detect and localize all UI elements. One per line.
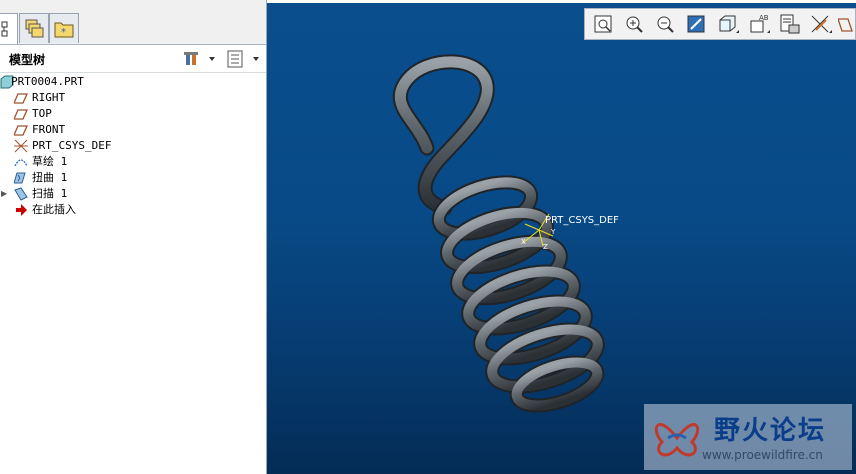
svg-text:*: *: [61, 27, 66, 38]
tab-favorites[interactable]: *: [49, 13, 79, 43]
watermark-url: www.proewildfire.cn: [702, 448, 823, 462]
tab-model-tree[interactable]: [0, 13, 18, 44]
tree-show-button[interactable]: [226, 50, 262, 68]
annotation-display-button[interactable]: AB: [745, 11, 773, 38]
datum-display-button[interactable]: [807, 11, 835, 38]
butterfly-logo-icon: [654, 423, 700, 457]
more-icon: [837, 18, 853, 32]
zoom-in-button[interactable]: [621, 11, 649, 38]
layers-icon: [25, 19, 44, 38]
model-tree-icon: [1, 21, 8, 37]
warp-icon: [14, 172, 26, 184]
insert-here-arrow-icon: [16, 204, 27, 216]
datum-plane-icon: [14, 93, 28, 104]
render-options-icon: [780, 14, 800, 34]
folder-star-icon: *: [54, 22, 74, 38]
datum-plane-icon: [14, 125, 28, 136]
zoom-out-icon: [657, 16, 674, 33]
navigator-panel: * 模型树 PRT0004.PRT RIGHT TOP FRONT PRT_CS…: [0, 0, 267, 474]
model-tree-header: 模型树: [0, 45, 266, 73]
annotation-display-icon: AB: [750, 14, 770, 33]
datum-display-icon: [811, 15, 832, 33]
tab-layers[interactable]: [19, 13, 49, 43]
more-button[interactable]: [837, 11, 856, 38]
datum-plane-icon: [14, 109, 28, 120]
zoom-in-icon: [626, 16, 643, 33]
spring-model[interactable]: Y Z X: [267, 0, 856, 474]
saved-views-button[interactable]: [714, 11, 742, 38]
zoom-out-button[interactable]: [652, 11, 680, 38]
tree-settings-button[interactable]: [183, 50, 217, 68]
refit-icon: [594, 15, 612, 33]
tools-icon: [184, 52, 215, 65]
render-options-button[interactable]: [776, 11, 804, 38]
list-display-icon: [227, 50, 259, 68]
sketch-icon: [14, 159, 28, 167]
watermark: 野火论坛 www.proewildfire.cn: [644, 404, 852, 470]
csys-z-axis-label: Z: [543, 243, 548, 251]
csys-x-axis-label: X: [521, 238, 526, 246]
expand-arrow-icon[interactable]: ▶: [1, 189, 7, 198]
refit-button[interactable]: [590, 11, 618, 38]
watermark-title: 野火论坛: [714, 416, 827, 446]
csys-label: PRT_CSYS_DEF: [545, 215, 619, 226]
csys-y-axis-label: Y: [550, 228, 556, 236]
svg-text:AB: AB: [759, 14, 769, 22]
view-toolbar: AB: [584, 8, 856, 40]
model-tree-title: 模型树: [9, 53, 46, 67]
repaint-icon: [687, 15, 705, 33]
saved-views-icon: [719, 15, 739, 33]
sweep-icon: [14, 187, 28, 201]
repaint-button[interactable]: [683, 11, 711, 38]
coordinate-system-icon: [14, 139, 28, 153]
navigator-tabs: *: [0, 0, 266, 45]
